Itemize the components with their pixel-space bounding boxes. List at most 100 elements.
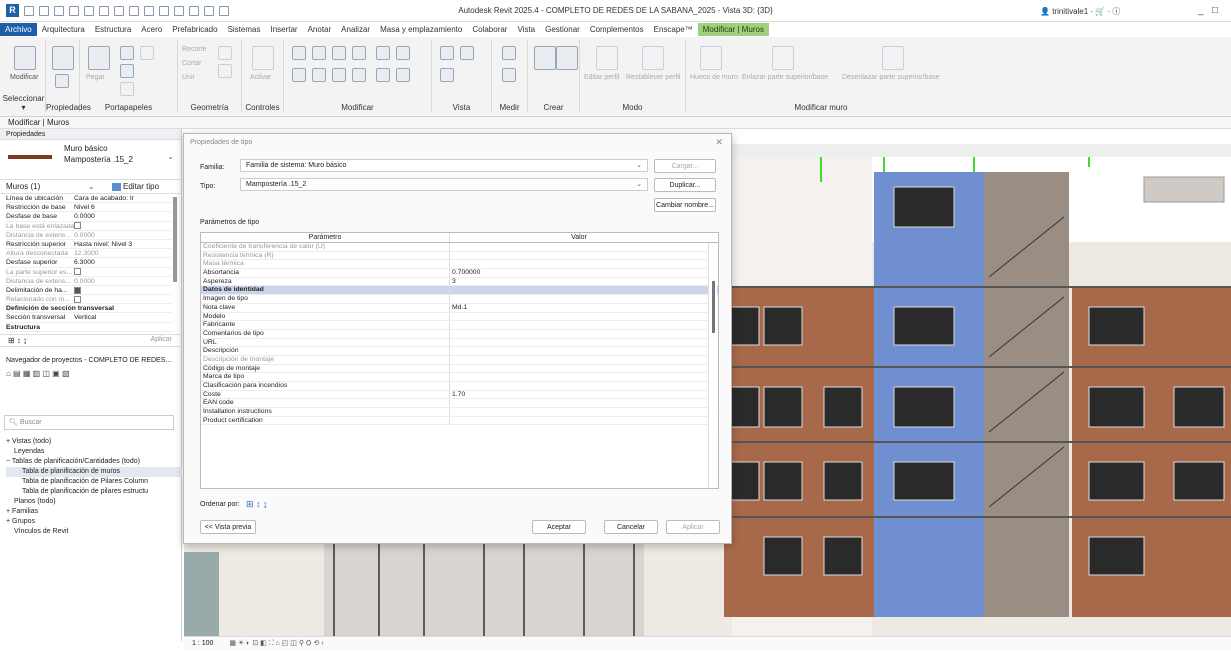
properties-icon[interactable]: [55, 74, 69, 88]
copy-element-icon[interactable]: [312, 68, 326, 82]
browser-item[interactable]: Planos (todo): [6, 497, 182, 507]
property-row[interactable]: Desfase superior 6.3000: [6, 258, 172, 268]
table-row[interactable]: Absortancia 0.700000: [201, 269, 718, 278]
parameter-value[interactable]: 1.70: [450, 391, 708, 399]
browser-item[interactable]: + Vistas (todo): [6, 437, 182, 447]
property-value[interactable]: Vertical: [74, 313, 172, 321]
property-row[interactable]: Desfase de base 0.0000: [6, 212, 172, 222]
table-row[interactable]: Fabricante: [201, 321, 718, 330]
property-row[interactable]: Delimitación de ha...: [6, 286, 172, 296]
paste-icon[interactable]: [88, 46, 110, 70]
property-row[interactable]: Línea de ubicación Cara de acabado: Ir: [6, 194, 172, 204]
apply-button[interactable]: Aplicar: [151, 336, 172, 343]
rename-button[interactable]: Cambiar nombre...: [654, 198, 716, 212]
property-value[interactable]: 12.3000: [74, 249, 172, 257]
table-row[interactable]: Marca de tipo: [201, 373, 718, 382]
parameter-value[interactable]: 0.700000: [450, 269, 708, 277]
group-label[interactable]: Seleccionar ▾: [2, 94, 45, 112]
paint-icon[interactable]: [218, 64, 232, 78]
dimension-tool-icon[interactable]: [502, 68, 516, 82]
ribbon-tab[interactable]: Insertar: [265, 23, 302, 36]
ribbon-tab[interactable]: Modificar | Muros: [697, 23, 769, 36]
ribbon-tab[interactable]: Estructura: [90, 23, 136, 36]
table-row[interactable]: Installation instructions: [201, 408, 718, 417]
detach-top-base-icon[interactable]: [882, 46, 904, 70]
sort-icons[interactable]: ⊞ ↕ ↨: [8, 336, 27, 345]
table-row[interactable]: Código de montaje: [201, 364, 718, 374]
modify-arrow-icon[interactable]: [14, 46, 36, 70]
align-icon[interactable]: [292, 46, 306, 60]
activate-controls-icon[interactable]: [252, 46, 274, 70]
move-icon[interactable]: [292, 68, 306, 82]
override-graphics-icon[interactable]: [440, 68, 454, 82]
browser-item[interactable]: Vínculos de Revit: [6, 527, 182, 537]
parameter-value[interactable]: [450, 399, 708, 407]
table-row[interactable]: Descripción de montaje: [201, 355, 718, 365]
rotate-icon[interactable]: [332, 68, 346, 82]
browser-item[interactable]: − Tablas de planificación/Cantidades (to…: [6, 457, 182, 467]
ribbon-tab[interactable]: Archivo: [0, 23, 37, 36]
chevron-down-icon[interactable]: ⌄: [167, 152, 174, 161]
parameter-value[interactable]: [450, 252, 708, 260]
edit-type-button[interactable]: Editar tipo: [112, 180, 159, 194]
mirror-draw-icon[interactable]: [352, 46, 366, 60]
browser-item[interactable]: Leyendas: [6, 447, 182, 457]
property-row[interactable]: Distancia de extens... 0.0000: [6, 231, 172, 240]
browser-item[interactable]: Tabla de planificación de Pilares Column: [6, 477, 182, 487]
parameter-value[interactable]: [450, 365, 708, 373]
array-icon[interactable]: [396, 46, 410, 60]
property-value[interactable]: Cara de acabado: Ir: [74, 194, 172, 202]
hide-icon[interactable]: [460, 46, 474, 60]
parameter-value[interactable]: [450, 382, 708, 390]
table-row[interactable]: Nota clave Md.1: [201, 303, 718, 313]
chevron-down-icon[interactable]: ⌄: [88, 180, 95, 194]
scale-icon[interactable]: [376, 68, 390, 82]
table-row[interactable]: Coeficiente de transferencia de calor (U…: [201, 243, 718, 252]
pin-icon[interactable]: [440, 46, 454, 60]
duplicate-button[interactable]: Duplicar...: [654, 178, 716, 192]
type-selector[interactable]: Muro básico Mampostería .15_2 ⌄: [0, 140, 182, 180]
table-row[interactable]: Resistencia térmica (R): [201, 251, 718, 261]
parameter-value[interactable]: [450, 286, 708, 294]
table-row[interactable]: URL: [201, 338, 718, 348]
offset-icon[interactable]: [312, 46, 326, 60]
checkbox[interactable]: [74, 286, 81, 294]
maximize-icon[interactable]: □: [1212, 5, 1218, 16]
property-row[interactable]: Distancia de extens... 0.0000: [6, 277, 172, 286]
property-row[interactable]: La base está enlazada: [6, 222, 172, 231]
property-value[interactable]: 0.0000: [74, 231, 172, 239]
parameter-value[interactable]: [450, 339, 708, 347]
column-header-parameter[interactable]: Parámetro: [201, 233, 450, 242]
mirror-axis-icon[interactable]: [332, 46, 346, 60]
edit-profile-icon[interactable]: [596, 46, 618, 70]
type-select[interactable]: Mampostería .15_2 ⌄: [240, 178, 648, 191]
table-row[interactable]: Clasificación para incendios: [201, 382, 718, 391]
trim-extend-icon[interactable]: [352, 68, 366, 82]
parameter-value[interactable]: 3: [450, 278, 708, 286]
property-value[interactable]: Nivel 6: [74, 203, 172, 211]
minimize-icon[interactable]: _: [1198, 5, 1204, 16]
ok-button[interactable]: Aceptar: [532, 520, 586, 534]
property-value[interactable]: 0.0000: [74, 212, 172, 220]
attach-top-base-icon[interactable]: [772, 46, 794, 70]
property-value[interactable]: 6.3000: [74, 258, 172, 266]
reset-profile-icon[interactable]: [642, 46, 664, 70]
parameter-value[interactable]: [450, 295, 708, 303]
copy-icon[interactable]: [120, 64, 134, 78]
parameter-value[interactable]: Md.1: [450, 304, 708, 312]
parameter-value[interactable]: [450, 373, 708, 381]
table-row[interactable]: Product certification: [201, 416, 718, 426]
create-assembly-icon[interactable]: [534, 46, 556, 70]
property-value[interactable]: [74, 286, 172, 294]
measure-tool-icon[interactable]: [502, 46, 516, 60]
ribbon-tab[interactable]: Masa y emplazamiento: [375, 23, 467, 36]
property-value[interactable]: [74, 295, 172, 303]
sort-icons[interactable]: ⊞ ↕ ↨: [246, 499, 268, 510]
close-icon[interactable]: ✕: [715, 137, 723, 148]
ribbon-tab[interactable]: Colaborar: [467, 23, 512, 36]
parameter-value[interactable]: [450, 321, 708, 329]
split-icon[interactable]: [376, 46, 390, 60]
browser-toolbar-icons[interactable]: ⌂ ▤ ▦ ▥ ◫ ▣ ▧: [6, 369, 176, 380]
join-geometry-icon[interactable]: [140, 46, 154, 60]
property-row[interactable]: La parte superior es...: [6, 268, 172, 277]
